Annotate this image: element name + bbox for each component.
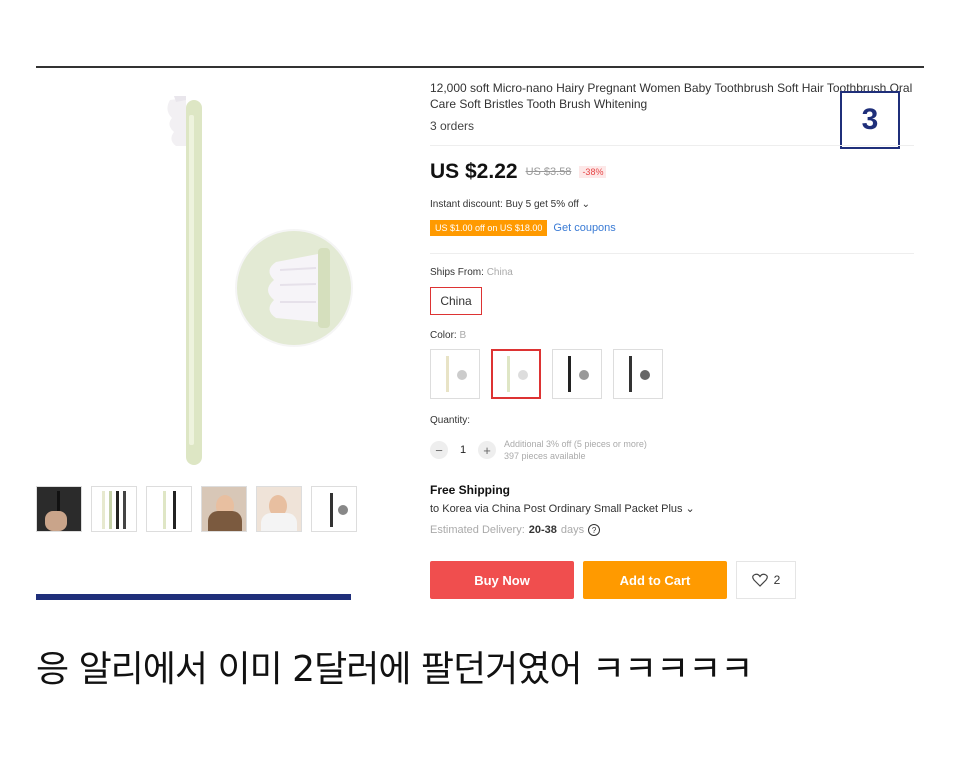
original-price: US $3.58 [525, 166, 572, 178]
delivery-label: Estimated Delivery: [430, 524, 525, 536]
wishlist-button[interactable]: 2 [736, 561, 796, 599]
toothbrush-image [167, 96, 353, 465]
coupon-row: US $1.00 off on US $18.00 Get coupons [430, 220, 616, 236]
quantity-stepper: − 1 + Additional 3% off (5 pieces or mor… [430, 438, 647, 462]
ships-from-china-option[interactable]: China [430, 287, 482, 315]
add-to-cart-button[interactable]: Add to Cart [583, 561, 727, 599]
thumbnail-1[interactable] [36, 486, 82, 532]
thumbnail-3[interactable] [146, 486, 192, 532]
ships-from-label: Ships From: China [430, 267, 513, 278]
discount-badge: -38% [579, 166, 607, 178]
orders-count: 3 orders [430, 119, 475, 133]
color-option-b[interactable] [491, 349, 541, 399]
color-value: B [459, 330, 467, 341]
price-row: US $2.22 US $3.58 -38% [430, 160, 607, 184]
thumbnail-4[interactable] [201, 486, 247, 532]
color-label: Color: B [430, 330, 466, 341]
heart-icon [751, 573, 768, 587]
plus-icon[interactable]: + [478, 441, 496, 459]
shipping-method[interactable]: to Korea via China Post Ordinary Small P… [430, 502, 695, 515]
color-text: Color: [430, 330, 457, 341]
wishlist-count: 2 [773, 573, 781, 587]
ships-from-value: China [486, 267, 513, 278]
thumbnail-6[interactable] [311, 486, 357, 532]
color-option-a[interactable] [430, 349, 480, 399]
thumbnail-5[interactable] [256, 486, 302, 532]
estimated-delivery: Estimated Delivery: 20-38 days ? [430, 524, 601, 536]
delivery-days: 20-38 [528, 524, 557, 536]
top-divider [36, 66, 924, 68]
thumbnail-strip [36, 486, 357, 532]
caption-text: 응 알리에서 이미 2달러에 팔던거였어 ㅋㅋㅋㅋㅋ [36, 649, 754, 690]
coupon-tag: US $1.00 off on US $18.00 [430, 220, 548, 236]
ships-from-text: Ships From: [430, 267, 484, 278]
stock-available: 397 pieces available [504, 451, 586, 461]
color-options [430, 349, 663, 399]
quantity-note: Additional 3% off (5 pieces or more) 397… [504, 438, 647, 462]
quantity-label: Quantity: [430, 415, 471, 426]
help-icon[interactable]: ? [588, 524, 601, 536]
current-price: US $2.22 [430, 160, 518, 183]
quantity-value[interactable]: 1 [456, 444, 470, 456]
divider [430, 253, 914, 254]
number-badge: 3 [840, 91, 900, 149]
delivery-unit: days [560, 524, 585, 536]
minus-icon[interactable]: − [430, 441, 448, 459]
buy-now-button[interactable]: Buy Now [430, 561, 574, 599]
free-shipping: Free Shipping [430, 483, 511, 497]
divider [430, 145, 914, 146]
instant-discount[interactable]: Instant discount: Buy 5 get 5% off ⌄ [430, 199, 590, 210]
thumbnail-2[interactable] [91, 486, 137, 532]
get-coupons-link[interactable]: Get coupons [553, 222, 615, 234]
color-option-d[interactable] [613, 349, 663, 399]
bulk-discount-note: Additional 3% off (5 pieces or more) [504, 439, 647, 449]
scroll-indicator-bar [36, 594, 351, 600]
main-product-image[interactable] [36, 70, 396, 480]
color-option-c[interactable] [552, 349, 602, 399]
